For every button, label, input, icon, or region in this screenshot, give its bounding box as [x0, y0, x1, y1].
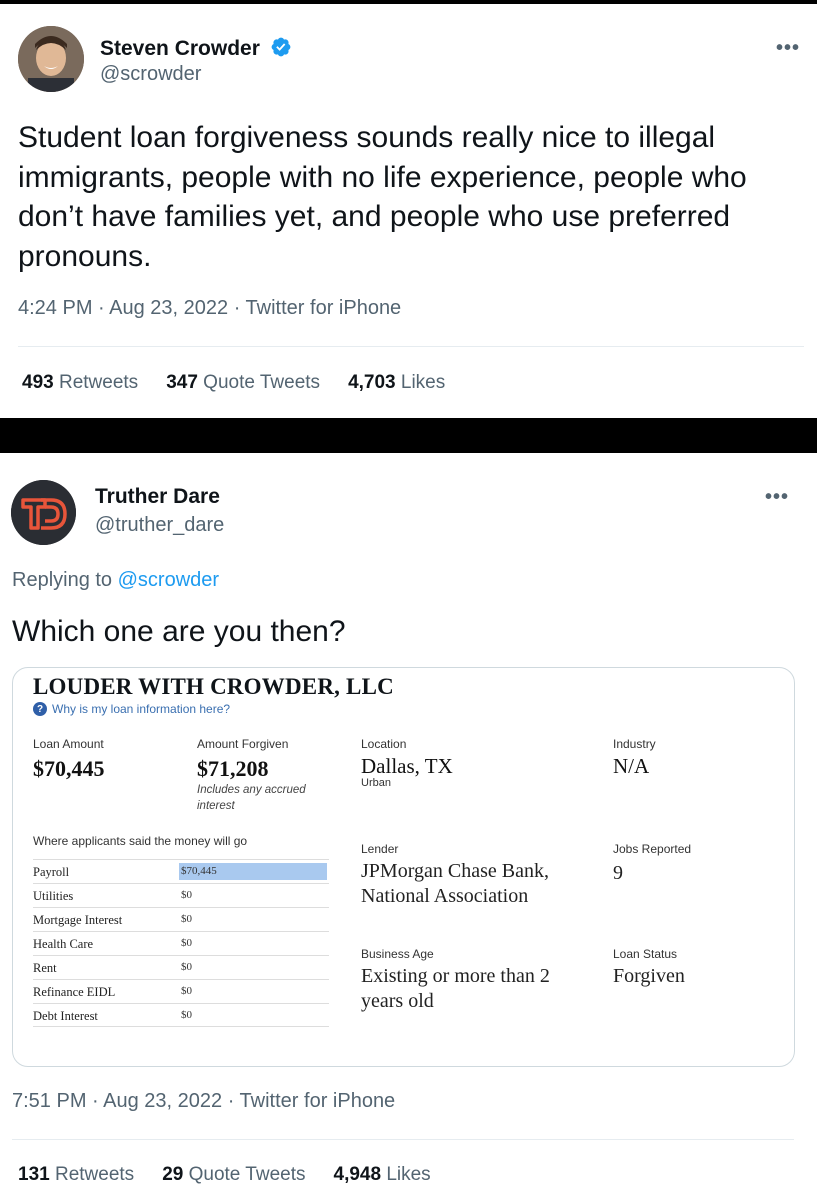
- question-icon: ?: [33, 702, 47, 716]
- location-value: Dallas, TX: [361, 754, 453, 778]
- user-handle[interactable]: @truther_dare: [95, 514, 224, 537]
- likes-count: 4,948: [333, 1164, 382, 1185]
- tweet-truther-dare: Truther Dare @truther_dare ••• Replying …: [0, 453, 817, 1200]
- avatar[interactable]: [11, 480, 76, 545]
- tweet-steven-crowder: Steven Crowder @scrowder ••• Student loa…: [0, 0, 817, 418]
- money-row: Payroll $70,445: [33, 859, 329, 883]
- amount-forgiven-label: Amount Forgiven: [197, 737, 289, 751]
- replying-to: Replying to @scrowder: [12, 569, 219, 592]
- quote-tweets-count: 347: [166, 372, 198, 393]
- likes-stat[interactable]: 4,703 Likes: [348, 372, 445, 394]
- money-use-table: Payroll $70,445 Utilities $0 Mortgage Intere…: [33, 859, 329, 1027]
- money-amount: $0: [181, 985, 192, 997]
- more-options-icon[interactable]: •••: [765, 486, 789, 509]
- likes-label: Likes: [400, 372, 446, 393]
- money-category: Payroll: [33, 865, 70, 879]
- money-category: Mortgage Interest: [33, 913, 123, 927]
- quote-tweets-label: Quote Tweets: [188, 1164, 306, 1185]
- money-amount: $0: [181, 937, 192, 949]
- tweet-timestamp[interactable]: 7:51 PM · Aug 23, 2022 · Twitter for iPh…: [12, 1090, 395, 1113]
- money-amount: $0: [181, 913, 192, 925]
- likes-count: 4,703: [348, 372, 396, 393]
- money-category: Debt Interest: [33, 1009, 98, 1023]
- money-category: Rent: [33, 961, 57, 975]
- user-handle[interactable]: @scrowder: [100, 63, 201, 86]
- loan-amount-label: Loan Amount: [33, 737, 104, 751]
- profile-photo-icon: [18, 26, 84, 92]
- retweets-label: Retweets: [58, 372, 139, 393]
- loan-status-value: Forgiven: [613, 965, 685, 987]
- display-name-text: Steven Crowder: [100, 37, 260, 60]
- money-amount: $70,445: [181, 865, 217, 877]
- likes-stat[interactable]: 4,948 Likes: [334, 1164, 431, 1186]
- why-info-link[interactable]: ? Why is my loan information here?: [33, 702, 230, 716]
- display-name[interactable]: Steven Crowder: [100, 36, 292, 61]
- money-row: Debt Interest $0: [33, 1003, 329, 1027]
- jobs-reported-value: 9: [613, 862, 623, 884]
- amount-forgiven-value: $71,208: [197, 756, 269, 781]
- avatar[interactable]: [18, 26, 84, 92]
- replying-to-handle-link[interactable]: @scrowder: [118, 569, 219, 591]
- location-label: Location: [361, 737, 407, 751]
- divider: [18, 346, 804, 347]
- jobs-reported-label: Jobs Reported: [613, 842, 692, 856]
- quote-tweets-count: 29: [162, 1164, 184, 1185]
- money-row: Refinance EIDL $0: [33, 979, 329, 1003]
- industry-value: N/A: [613, 754, 650, 778]
- retweets-label: Retweets: [54, 1164, 135, 1185]
- location-type: Urban: [361, 777, 391, 789]
- money-row: Mortgage Interest $0: [33, 907, 329, 931]
- engagement-stats: 131 Retweets 29 Quote Tweets 4,948 Likes: [18, 1164, 431, 1186]
- money-row: Health Care $0: [33, 931, 329, 955]
- money-amount: $0: [181, 889, 192, 901]
- embedded-loan-image[interactable]: LOUDER WITH CROWDER, LLC ? Why is my loa…: [12, 667, 795, 1067]
- loan-amount-value: $70,445: [33, 756, 105, 781]
- retweets-stat[interactable]: 131 Retweets: [18, 1164, 134, 1186]
- why-info-text: Why is my loan information here?: [52, 702, 231, 716]
- card-title: LOUDER WITH CROWDER, LLC: [33, 674, 394, 699]
- replying-to-label: Replying to: [12, 569, 113, 591]
- more-options-icon[interactable]: •••: [776, 37, 800, 60]
- money-category: Refinance EIDL: [33, 985, 116, 999]
- lender-label: Lender: [361, 842, 399, 856]
- tweet-text: Student loan forgiveness sounds really n…: [18, 121, 747, 273]
- retweets-count: 493: [22, 372, 54, 393]
- lender-value: JPMorgan Chase Bank, National Associatio…: [361, 860, 549, 907]
- tweet-text: Which one are you then?: [12, 615, 346, 648]
- quote-tweets-label: Quote Tweets: [203, 372, 321, 393]
- divider: [12, 1139, 794, 1140]
- quote-tweets-stat[interactable]: 29 Quote Tweets: [162, 1164, 305, 1186]
- retweets-count: 131: [18, 1164, 50, 1185]
- business-age-label: Business Age: [361, 947, 434, 961]
- retweets-stat[interactable]: 493 Retweets: [22, 372, 138, 394]
- loan-status-label: Loan Status: [613, 947, 678, 961]
- money-amount: $0: [181, 1009, 192, 1021]
- quote-tweets-stat[interactable]: 347 Quote Tweets: [166, 372, 320, 394]
- money-amount: $0: [181, 961, 192, 973]
- display-name[interactable]: Truther Dare: [95, 485, 220, 509]
- business-age-value: Existing or more than 2 years old: [361, 965, 550, 1012]
- accrued-interest-note: Includes any accrued interest: [197, 784, 306, 812]
- money-category: Utilities: [33, 889, 74, 903]
- verified-badge-icon: [271, 37, 291, 57]
- money-category: Health Care: [33, 937, 94, 951]
- truther-dare-logo-icon: [11, 480, 76, 545]
- money-heading: Where applicants said the money will go: [33, 834, 248, 848]
- engagement-stats: 493 Retweets 347 Quote Tweets 4,703 Like…: [22, 372, 445, 394]
- money-row: Utilities $0: [33, 883, 329, 907]
- money-row: Rent $0: [33, 955, 329, 979]
- likes-label: Likes: [386, 1164, 431, 1185]
- industry-label: Industry: [613, 737, 656, 751]
- tweet-timestamp[interactable]: 4:24 PM · Aug 23, 2022 · Twitter for iPh…: [18, 297, 401, 320]
